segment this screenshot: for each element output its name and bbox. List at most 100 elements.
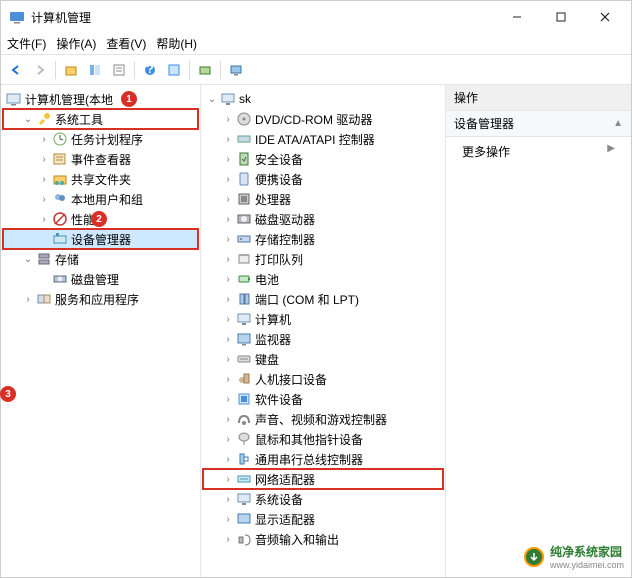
- device-category-icon: [236, 291, 252, 307]
- tree-storage[interactable]: ⌄ 存储: [3, 249, 198, 269]
- tree-event-viewer[interactable]: › 事件查看器: [3, 149, 198, 169]
- expand-icon[interactable]: ›: [221, 494, 235, 505]
- device-category-label: 处理器: [255, 191, 291, 208]
- device-root[interactable]: ⌄ sk: [203, 89, 443, 109]
- expand-icon[interactable]: ›: [221, 114, 235, 125]
- device-category[interactable]: ›鼠标和其他指针设备: [203, 429, 443, 449]
- expand-icon[interactable]: ›: [221, 534, 235, 545]
- expand-icon[interactable]: ›: [221, 334, 235, 345]
- close-button[interactable]: [583, 2, 627, 32]
- expand-icon[interactable]: ›: [221, 454, 235, 465]
- up-button[interactable]: [60, 59, 82, 81]
- device-manager-icon: [52, 231, 68, 247]
- device-category-label: 计算机: [255, 311, 291, 328]
- device-category-label: IDE ATA/ATAPI 控制器: [255, 131, 375, 148]
- device-category-label: 安全设备: [255, 151, 303, 168]
- device-category[interactable]: ›打印队列: [203, 249, 443, 269]
- device-category[interactable]: ›人机接口设备: [203, 369, 443, 389]
- device-category[interactable]: › 软件设备: [203, 389, 443, 409]
- expand-icon[interactable]: ›: [221, 174, 235, 185]
- tree-system-tools[interactable]: ⌄ 系统工具: [3, 109, 198, 129]
- tree-root-computer-management[interactable]: 计算机管理(本地 1: [3, 89, 198, 109]
- tree-label: 服务和应用程序: [55, 291, 139, 308]
- device-category[interactable]: ›监视器: [203, 329, 443, 349]
- show-hide-tree-button[interactable]: [84, 59, 106, 81]
- back-button[interactable]: [5, 59, 27, 81]
- expand-icon[interactable]: ›: [221, 254, 235, 265]
- device-category[interactable]: ›电池: [203, 269, 443, 289]
- tree-task-scheduler[interactable]: › 任务计划程序: [3, 129, 198, 149]
- separator: [220, 61, 221, 79]
- device-category-icon: [236, 371, 252, 387]
- menu-help[interactable]: 帮助(H): [156, 35, 197, 52]
- expand-icon[interactable]: ›: [221, 474, 235, 485]
- tree-services-apps[interactable]: › 服务和应用程序: [3, 289, 198, 309]
- help-button[interactable]: ?: [139, 59, 161, 81]
- device-category[interactable]: ›系统设备: [203, 489, 443, 509]
- device-category[interactable]: ›声音、视频和游戏控制器: [203, 409, 443, 429]
- expand-icon[interactable]: ›: [221, 394, 235, 405]
- expand-icon[interactable]: ›: [37, 214, 51, 225]
- device-category[interactable]: ›键盘: [203, 349, 443, 369]
- expand-icon[interactable]: ›: [221, 234, 235, 245]
- device-category[interactable]: › 处理器: [203, 189, 443, 209]
- device-category[interactable]: › 安全设备: [203, 149, 443, 169]
- expand-icon[interactable]: ›: [221, 154, 235, 165]
- actions-section[interactable]: 设备管理器 ▲: [446, 111, 631, 137]
- watermark-logo-icon: [524, 547, 544, 567]
- device-category[interactable]: ›DVD/CD-ROM 驱动器: [203, 109, 443, 129]
- device-category[interactable]: ›存储控制器: [203, 229, 443, 249]
- expand-icon[interactable]: ›: [221, 194, 235, 205]
- expand-icon[interactable]: ›: [221, 134, 235, 145]
- device-tree: ⌄ sk ›DVD/CD-ROM 驱动器›IDE ATA/ATAPI 控制器›安…: [201, 85, 445, 553]
- menu-file[interactable]: 文件(F): [7, 35, 46, 52]
- more-actions[interactable]: 更多操作 ▶: [446, 137, 631, 166]
- actions-pane: 操作 设备管理器 ▲ 更多操作 ▶: [446, 85, 631, 577]
- tree-disk-management[interactable]: 磁盘管理: [3, 269, 198, 289]
- expand-icon[interactable]: ›: [37, 174, 51, 185]
- expand-icon[interactable]: ⌄: [21, 114, 35, 125]
- properties-button[interactable]: [108, 59, 130, 81]
- menu-action[interactable]: 操作(A): [56, 35, 96, 52]
- expand-icon[interactable]: ›: [221, 514, 235, 525]
- expand-icon[interactable]: ›: [221, 214, 235, 225]
- minimize-button[interactable]: [495, 2, 539, 32]
- expand-icon[interactable]: ›: [221, 314, 235, 325]
- expand-icon[interactable]: ›: [221, 294, 235, 305]
- maximize-button[interactable]: [539, 2, 583, 32]
- device-category[interactable]: › IDE ATA/ATAPI 控制器: [203, 129, 443, 149]
- device-category[interactable]: › 计算机: [203, 309, 443, 329]
- expand-icon[interactable]: ›: [21, 294, 35, 305]
- device-category[interactable]: ›磁盘驱动器: [203, 209, 443, 229]
- scan-hardware-button[interactable]: [194, 59, 216, 81]
- expand-icon[interactable]: ›: [221, 374, 235, 385]
- tree-local-users[interactable]: › 本地用户和组: [3, 189, 198, 209]
- tree-performance[interactable]: › 性能 2: [3, 209, 198, 229]
- tree-device-manager[interactable]: 设备管理器: [3, 229, 198, 249]
- expand-icon[interactable]: ›: [221, 414, 235, 425]
- device-category[interactable]: ›显示适配器: [203, 509, 443, 529]
- device-category-label: 端口 (COM 和 LPT): [255, 291, 359, 308]
- menu-view[interactable]: 查看(V): [106, 35, 146, 52]
- device-category[interactable]: ›通用串行总线控制器: [203, 449, 443, 469]
- expand-icon[interactable]: ›: [221, 274, 235, 285]
- tree-label: 任务计划程序: [71, 131, 143, 148]
- device-category-label: 软件设备: [255, 391, 303, 408]
- expand-icon[interactable]: ›: [37, 134, 51, 145]
- action-button[interactable]: [163, 59, 185, 81]
- device-category-icon: [236, 211, 252, 227]
- device-category[interactable]: ›网络适配器: [203, 469, 443, 489]
- expand-icon[interactable]: ⌄: [21, 254, 35, 265]
- expand-icon[interactable]: ›: [37, 154, 51, 165]
- expand-icon[interactable]: ›: [37, 194, 51, 205]
- device-category[interactable]: ›音频输入和输出: [203, 529, 443, 549]
- device-category[interactable]: ›便携设备: [203, 169, 443, 189]
- forward-button[interactable]: [29, 59, 51, 81]
- device-category[interactable]: › 端口 (COM 和 LPT): [203, 289, 443, 309]
- expand-icon[interactable]: ›: [221, 354, 235, 365]
- tree-label: 磁盘管理: [71, 271, 119, 288]
- tree-shared-folders[interactable]: › 共享文件夹: [3, 169, 198, 189]
- expand-icon[interactable]: ⌄: [205, 94, 219, 105]
- monitor-button[interactable]: [225, 59, 247, 81]
- expand-icon[interactable]: ›: [221, 434, 235, 445]
